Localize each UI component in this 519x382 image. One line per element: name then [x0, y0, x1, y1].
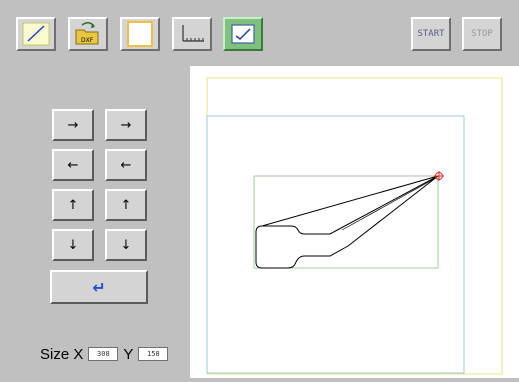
- drawing-canvas-svg: [206, 77, 503, 375]
- open-dxf-button[interactable]: DXF: [68, 17, 108, 51]
- dxf-icon-label: DXF: [81, 37, 94, 44]
- jog-down-large-button[interactable]: ↓: [105, 229, 147, 261]
- jog-left-large-button[interactable]: ←: [105, 149, 147, 181]
- size-y-value: 158: [138, 347, 169, 361]
- jog-up-large-button[interactable]: ↑: [105, 189, 147, 221]
- new-drawing-icon: [22, 22, 50, 46]
- checkmark-view-icon: [231, 24, 255, 44]
- toolbar: DXF START STOP: [0, 0, 519, 62]
- new-drawing-button[interactable]: [16, 17, 56, 51]
- enter-button[interactable]: ↵: [50, 270, 148, 304]
- part-outline: [255, 175, 439, 269]
- jog-up-small-button[interactable]: ↑: [52, 189, 94, 221]
- blank-frame-icon: [127, 21, 153, 47]
- jog-down-small-button[interactable]: ↓: [52, 229, 94, 261]
- blank-frame-button[interactable]: [120, 17, 160, 51]
- open-dxf-icon: DXF: [75, 22, 99, 45]
- size-readout: Size X 308 Y 158: [40, 344, 169, 364]
- work-area-frame: [206, 115, 465, 374]
- jog-left-small-button[interactable]: ←: [52, 149, 94, 181]
- ruler-icon: [182, 25, 204, 42]
- stop-button[interactable]: STOP: [462, 17, 502, 51]
- view-check-button[interactable]: [223, 17, 263, 51]
- size-x-value: 308: [88, 347, 119, 361]
- jog-right-small-button[interactable]: →: [52, 109, 94, 141]
- outer-frame: [206, 77, 503, 375]
- start-button[interactable]: START: [411, 17, 451, 51]
- jog-right-large-button[interactable]: →: [105, 109, 147, 141]
- ruler-button[interactable]: [172, 17, 212, 51]
- part-inner-line: [341, 178, 435, 231]
- drawing-canvas[interactable]: [190, 66, 519, 378]
- size-y-label: Y: [123, 345, 134, 363]
- part-bounding-box: [253, 175, 439, 269]
- origin-marker: [434, 171, 444, 181]
- size-x-label: Size X: [40, 345, 84, 363]
